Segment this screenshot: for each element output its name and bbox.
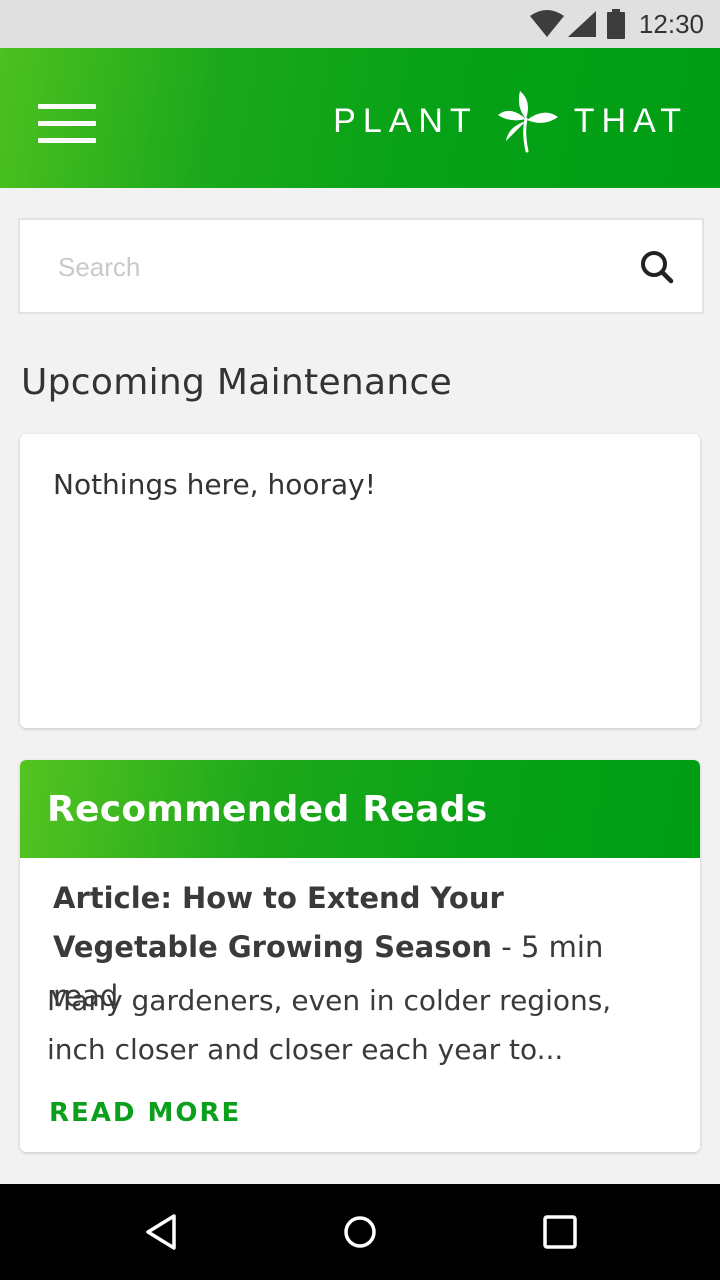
read-more-link[interactable]: READ MORE: [49, 1098, 241, 1128]
article-summary: Many gardeners, even in colder regions, …: [47, 984, 612, 1066]
battery-icon: [606, 9, 625, 39]
hamburger-menu-icon[interactable]: [38, 104, 98, 144]
article-title[interactable]: Article: How to Extend Your Vegetable Gr…: [53, 881, 504, 964]
maintenance-empty-text: Nothings here, hooray!: [53, 468, 376, 501]
brand-text-left: PLANT: [333, 101, 478, 140]
brand-logo: PLANT THAT: [333, 86, 688, 156]
search-box: [18, 218, 704, 314]
status-bar: 12:30: [0, 0, 720, 48]
back-icon[interactable]: [142, 1212, 182, 1252]
maintenance-card: Nothings here, hooray!: [20, 434, 700, 728]
app-bar: PLANT THAT: [0, 48, 720, 188]
sprout-icon: [497, 91, 558, 153]
signal-icon: [567, 11, 596, 37]
system-nav-bar: [0, 1184, 720, 1280]
status-time: 12:30: [638, 8, 704, 39]
wifi-icon: [529, 10, 564, 37]
brand-text-right: THAT: [573, 101, 688, 140]
recommended-reads-title: Recommended Reads: [47, 788, 488, 830]
search-input[interactable]: [58, 244, 618, 290]
maintenance-title: Upcoming Maintenance: [21, 362, 453, 403]
recents-icon[interactable]: [540, 1212, 580, 1252]
search-icon[interactable]: [640, 250, 674, 284]
recommended-reads-card: Recommended Reads Article: How to Extend…: [20, 760, 700, 1152]
home-icon[interactable]: [340, 1212, 380, 1252]
recommended-reads-header: Recommended Reads: [20, 760, 700, 858]
